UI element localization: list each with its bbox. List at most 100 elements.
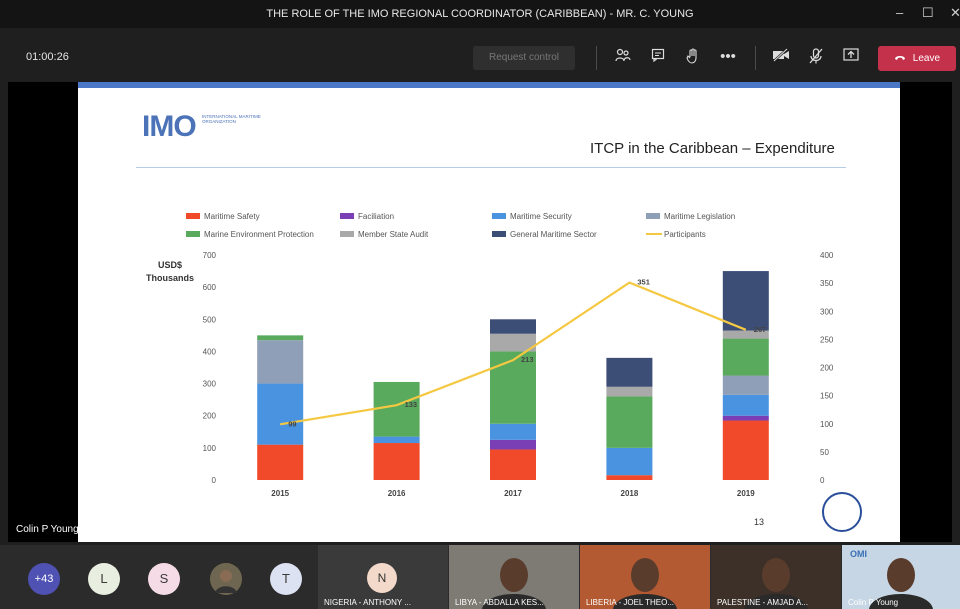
- participant-video-tile[interactable]: PALESTINE - AMJAD A...: [711, 545, 841, 609]
- toolbar-divider: [755, 46, 756, 70]
- bar-segment: [373, 381, 420, 437]
- imo-seal-icon: [822, 492, 862, 532]
- legend-swatch: [340, 231, 354, 237]
- bar-segment: [257, 383, 304, 445]
- bar-segment: [606, 447, 653, 476]
- y2-tick-label: 300: [820, 307, 834, 316]
- legend-swatch: [492, 213, 506, 219]
- legend-label: Participants: [664, 230, 706, 239]
- x-tick-label: 2018: [621, 489, 639, 498]
- y2-tick-label: 50: [820, 448, 829, 457]
- data-label: 99: [288, 419, 296, 428]
- leave-label: Leave: [912, 53, 941, 64]
- meeting-timer: 01:00:26: [26, 51, 69, 63]
- participant-name-label: LIBYA - ABDALLA KES...: [455, 598, 544, 607]
- participant-video-tile[interactable]: N NIGERIA - ANTHONY ...: [318, 545, 448, 609]
- y-tick-label: 500: [203, 315, 217, 324]
- participant-video-tile[interactable]: OMI Colin P Young: [842, 545, 960, 609]
- window-titlebar: THE ROLE OF THE IMO REGIONAL COORDINATOR…: [0, 0, 960, 28]
- participant-initial-avatar[interactable]: S: [148, 563, 180, 595]
- share-icon[interactable]: [841, 48, 861, 66]
- slide-number: 13: [754, 517, 765, 527]
- y2-tick-label: 350: [820, 279, 834, 288]
- legend-label: Maritime Security: [510, 212, 572, 221]
- x-tick-label: 2017: [504, 489, 522, 498]
- bar-segment: [722, 415, 769, 421]
- overflow-participants-badge[interactable]: +43: [28, 563, 60, 595]
- y-tick-label: 300: [203, 380, 217, 389]
- bar-segment: [606, 396, 653, 448]
- participant-name-label: PALESTINE - AMJAD A...: [717, 598, 808, 607]
- y2-tick-label: 200: [820, 364, 834, 373]
- bar-segment: [490, 449, 536, 480]
- data-label: 133: [405, 400, 418, 409]
- bar-segment: [722, 420, 769, 480]
- participants-icon[interactable]: [613, 48, 633, 66]
- legend-swatch: [340, 213, 354, 219]
- participant-video-tile[interactable]: LIBYA - ABDALLA KES...: [449, 545, 579, 609]
- toolbar-divider: [596, 46, 597, 70]
- participant-photo-avatar[interactable]: [210, 563, 242, 595]
- y-tick-label: 600: [203, 283, 217, 292]
- y2-tick-label: 100: [820, 420, 834, 429]
- speaker-name: Colin P Young: [16, 524, 79, 535]
- legend-swatch: [186, 231, 200, 237]
- close-icon[interactable]: ✕: [950, 5, 960, 21]
- more-icon[interactable]: •••: [718, 48, 738, 65]
- bar-segment: [373, 443, 420, 480]
- legend-label: Faciliation: [358, 212, 394, 221]
- bar-segment: [722, 338, 769, 376]
- y-tick-label: 200: [203, 412, 217, 421]
- y-tick-label: 700: [203, 251, 217, 260]
- bar-segment: [722, 375, 769, 395]
- participant-initial-avatar: N: [367, 563, 397, 593]
- legend-swatch: [492, 231, 506, 237]
- legend-label: Member State Audit: [358, 230, 429, 239]
- y2-tick-label: 250: [820, 335, 834, 344]
- bar-segment: [490, 423, 536, 440]
- y-tick-label: 400: [203, 347, 217, 356]
- legend-label: Marine Environment Protection: [204, 230, 314, 239]
- legend-swatch: [186, 213, 200, 219]
- participant-video-tile[interactable]: LIBERIA - JOEL THEO...: [580, 545, 710, 609]
- x-tick-label: 2015: [271, 489, 289, 498]
- participant-initial-avatar[interactable]: L: [88, 563, 120, 595]
- request-control-button[interactable]: Request control: [473, 46, 575, 70]
- x-tick-label: 2016: [388, 489, 406, 498]
- raise-hand-icon[interactable]: [683, 48, 703, 68]
- bar-segment: [373, 436, 420, 444]
- legend-swatch: [646, 213, 660, 219]
- leave-button[interactable]: Leave: [878, 46, 956, 71]
- chat-icon[interactable]: [648, 48, 668, 66]
- bar-segment: [722, 394, 769, 416]
- y-tick-label: 0: [212, 476, 217, 485]
- bar-segment: [490, 319, 536, 334]
- mic-off-icon[interactable]: [806, 48, 826, 68]
- shared-slide: IMO INTERNATIONAL MARITIME ORGANIZATION …: [78, 82, 900, 542]
- participant-name-label: NIGERIA - ANTHONY ...: [324, 598, 411, 607]
- camera-off-icon[interactable]: [771, 48, 791, 66]
- bar-segment: [490, 439, 536, 450]
- y-axis-title: USD$: [158, 260, 182, 270]
- minimize-icon[interactable]: –: [896, 5, 903, 20]
- legend-label: General Maritime Sector: [510, 230, 597, 239]
- data-label: 351: [637, 278, 650, 287]
- legend-label: Maritime Legislation: [664, 212, 735, 221]
- participant-initial-avatar[interactable]: T: [270, 563, 302, 595]
- bar-segment: [722, 271, 769, 331]
- bar-segment: [606, 475, 653, 480]
- y-axis-title: Thousands: [146, 273, 194, 283]
- expenditure-chart: USD$ Thousands 0 100 200 300 400 500 600 700 0 50 10…: [146, 212, 834, 498]
- x-tick-label: 2019: [737, 489, 755, 498]
- participant-name-label: Colin P Young: [848, 598, 899, 607]
- y2-tick-label: 150: [820, 392, 834, 401]
- meeting-toolbar: 01:00:26 Request control ••• Leave: [0, 36, 960, 78]
- y2-tick-label: 0: [820, 476, 825, 485]
- y2-tick-label: 400: [820, 251, 834, 260]
- maximize-icon[interactable]: ☐: [922, 5, 934, 21]
- phone-icon: [894, 53, 913, 64]
- y-tick-label: 100: [203, 444, 217, 453]
- bar-segment: [606, 386, 653, 397]
- bar-segment: [257, 444, 304, 480]
- window-title: THE ROLE OF THE IMO REGIONAL COORDINATOR…: [266, 8, 694, 20]
